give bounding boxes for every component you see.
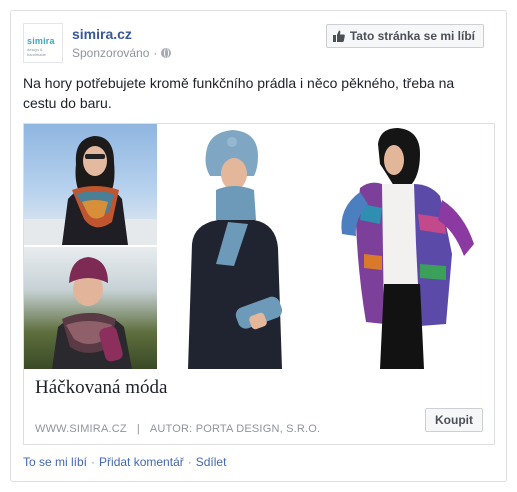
buy-button[interactable]: Koupit [425,408,483,432]
like-page-label: Tato stránka se mi líbí [349,29,475,43]
comment-action[interactable]: Přidat komentář [99,455,184,469]
caption-separator: | [136,423,140,435]
post-meta: Sponzorováno · [72,46,172,60]
post-header: simira design & handmade simira.cz Sponz… [23,23,494,67]
attachment-author: AUTOR: PORTA DESIGN, S.R.O. [149,423,321,435]
sponsored-label[interactable]: Sponzorováno [72,46,149,60]
page-avatar[interactable]: simira design & handmade [23,23,63,63]
logo-word: simira [27,36,55,46]
photo-woman-scarf [24,124,157,245]
like-action[interactable]: To se mi líbí [23,455,87,469]
photo-woman-scarf-art [24,136,157,245]
action-separator: · [187,455,192,469]
share-action[interactable]: Sdílet [196,455,227,469]
action-separator: · [91,455,96,469]
like-page-button[interactable]: Tato stránka se mi líbí [325,24,484,48]
post-actions: To se mi líbí · Přidat komentář · Sdílet [23,455,226,469]
photo-two-models-art [188,128,474,369]
globe-icon[interactable] [161,48,172,58]
attachment-caption: WWW.SIMIRA.CZ | AUTOR: PORTA DESIGN, S.R… [35,423,320,435]
attachment-image-collage[interactable] [24,124,494,369]
thumbs-up-icon [332,30,345,42]
logo-subtitle: design & handmade [27,47,46,57]
link-attachment[interactable]: Háčkovaná móda WWW.SIMIRA.CZ | AUTOR: PO… [23,123,495,445]
page-name-link[interactable]: simira.cz [72,26,132,42]
attachment-domain: WWW.SIMIRA.CZ [35,423,127,435]
sponsored-post-card: simira design & handmade simira.cz Sponz… [10,10,507,482]
post-text: Na hory potřebujete kromě funkčního prád… [23,75,455,111]
photo-woman-purple-hat-art [52,257,132,369]
meta-dot: · [153,46,158,60]
photo-woman-purple-hat [24,247,157,369]
photo-two-models [158,124,494,369]
attachment-title[interactable]: Háčkovaná móda [35,377,167,399]
